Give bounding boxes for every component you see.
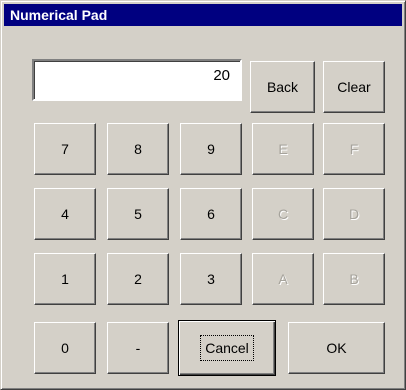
key-0-button[interactable]: 0 bbox=[34, 322, 96, 374]
key-1-button[interactable]: 1 bbox=[34, 253, 96, 305]
key-5-button[interactable]: 5 bbox=[107, 188, 169, 240]
key-4-button[interactable]: 4 bbox=[34, 188, 96, 240]
key-a-button: A bbox=[252, 253, 314, 305]
key-3-button[interactable]: 3 bbox=[180, 253, 242, 305]
key-6-button[interactable]: 6 bbox=[180, 188, 242, 240]
minus-button[interactable]: - bbox=[107, 322, 169, 374]
value-display-field[interactable]: 20 bbox=[32, 59, 242, 101]
clear-button[interactable]: Clear bbox=[323, 61, 385, 113]
key-e-button: E bbox=[252, 123, 314, 175]
key-c-button: C bbox=[252, 188, 314, 240]
window-title: Numerical Pad bbox=[10, 7, 108, 23]
key-7-button[interactable]: 7 bbox=[34, 123, 96, 175]
numerical-pad-window: Numerical Pad 20 Back Clear 7 8 9 E F 4 … bbox=[0, 0, 406, 390]
key-b-button: B bbox=[323, 253, 385, 305]
title-bar[interactable]: Numerical Pad bbox=[4, 4, 402, 26]
key-2-button[interactable]: 2 bbox=[107, 253, 169, 305]
key-f-button: F bbox=[323, 123, 385, 175]
cancel-button-label: Cancel bbox=[200, 335, 254, 361]
cancel-button[interactable]: Cancel bbox=[178, 320, 276, 376]
back-button[interactable]: Back bbox=[250, 61, 315, 113]
ok-button[interactable]: OK bbox=[288, 322, 385, 374]
key-d-button: D bbox=[323, 188, 385, 240]
key-9-button[interactable]: 9 bbox=[180, 123, 242, 175]
key-8-button[interactable]: 8 bbox=[107, 123, 169, 175]
